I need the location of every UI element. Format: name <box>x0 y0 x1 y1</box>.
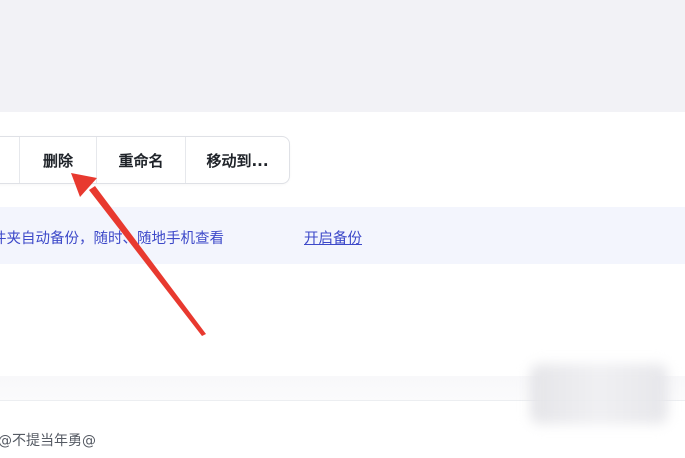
delete-button[interactable]: 删除 <box>19 137 96 183</box>
toolbar-previous-button[interactable] <box>0 137 19 183</box>
partial-watermark-text: @不提当年勇@ <box>0 433 96 449</box>
file-action-toolbar: 删除 重命名 移动到... <box>0 136 290 184</box>
enable-backup-link[interactable]: 开启备份 <box>304 227 362 248</box>
blurred-watermark <box>530 364 668 424</box>
top-header-area <box>0 0 685 112</box>
backup-notice-text: 件夹自动备份，随时、随地手机查看 <box>0 231 224 247</box>
rename-button[interactable]: 重命名 <box>96 137 185 183</box>
move-to-button[interactable]: 移动到... <box>185 137 289 183</box>
